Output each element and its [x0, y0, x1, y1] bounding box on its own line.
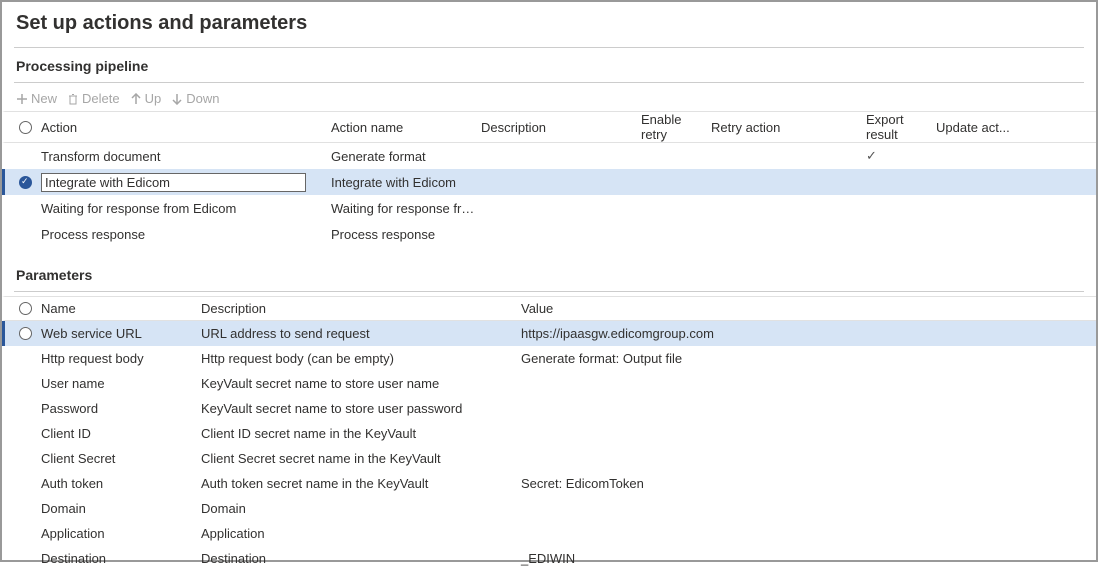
parameter-row[interactable]: Auth tokenAuth token secret name in the …: [2, 471, 1096, 496]
col-action[interactable]: Action: [41, 120, 331, 135]
row-radio[interactable]: [19, 176, 41, 189]
param-select-all-radio[interactable]: [19, 302, 41, 315]
cell-param-name[interactable]: Client ID: [41, 426, 201, 441]
action-edit-field[interactable]: Integrate with Edicom: [41, 173, 306, 192]
col-param-name[interactable]: Name: [41, 301, 201, 316]
down-label: Down: [186, 91, 219, 106]
cell-param-description[interactable]: Client ID secret name in the KeyVault: [201, 426, 521, 441]
cell-param-value[interactable]: _EDIWIN: [521, 551, 1096, 566]
cell-param-description[interactable]: KeyVault secret name to store user passw…: [201, 401, 521, 416]
cell-param-description[interactable]: KeyVault secret name to store user name: [201, 376, 521, 391]
trash-icon: [67, 93, 79, 105]
col-update-action[interactable]: Update act...: [936, 120, 1016, 135]
cell-param-value[interactable]: Secret: EdicomToken: [521, 476, 1096, 491]
down-button[interactable]: Down: [171, 91, 219, 106]
cell-action[interactable]: Transform document: [41, 149, 331, 164]
pipeline-toolbar: New Delete Up Down: [2, 87, 1096, 111]
new-button[interactable]: New: [16, 91, 57, 106]
divider: [14, 291, 1084, 292]
cell-param-name[interactable]: Web service URL: [41, 326, 201, 341]
cell-action[interactable]: Waiting for response from Edicom: [41, 201, 331, 216]
col-description[interactable]: Description: [481, 120, 641, 135]
col-param-value[interactable]: Value: [521, 301, 1096, 316]
parameter-row[interactable]: Web service URLURL address to send reque…: [2, 321, 1096, 346]
cell-param-description[interactable]: URL address to send request: [201, 326, 521, 341]
parameter-row[interactable]: Http request bodyHttp request body (can …: [2, 346, 1096, 371]
cell-param-description[interactable]: Http request body (can be empty): [201, 351, 521, 366]
cell-action[interactable]: Process response: [41, 227, 331, 242]
section-title-parameters: Parameters: [2, 261, 1096, 285]
plus-icon: [16, 93, 28, 105]
parameter-row[interactable]: User nameKeyVault secret name to store u…: [2, 371, 1096, 396]
col-retry-action[interactable]: Retry action: [711, 120, 866, 135]
divider: [14, 47, 1084, 48]
parameters-grid-body: Web service URLURL address to send reque…: [2, 321, 1096, 571]
cell-action-name[interactable]: Integrate with Edicom: [331, 175, 481, 190]
pipeline-row[interactable]: Process responseProcess response: [2, 221, 1096, 247]
arrow-up-icon: [130, 93, 142, 105]
cell-param-name[interactable]: Application: [41, 526, 201, 541]
arrow-down-icon: [171, 93, 183, 105]
cell-action-name[interactable]: Process response: [331, 227, 481, 242]
cell-param-name[interactable]: Http request body: [41, 351, 201, 366]
cell-action[interactable]: Integrate with Edicom: [41, 173, 331, 192]
pipeline-row[interactable]: Waiting for response from EdicomWaiting …: [2, 195, 1096, 221]
divider: [14, 82, 1084, 83]
new-label: New: [31, 91, 57, 106]
cell-param-value[interactable]: Generate format: Output file: [521, 351, 1096, 366]
parameter-row[interactable]: DestinationDestination_EDIWIN: [2, 546, 1096, 571]
cell-param-name[interactable]: Password: [41, 401, 201, 416]
cell-param-name[interactable]: Client Secret: [41, 451, 201, 466]
col-export-result[interactable]: Export result: [866, 112, 936, 142]
parameter-row[interactable]: ApplicationApplication: [2, 521, 1096, 546]
cell-param-description[interactable]: Auth token secret name in the KeyVault: [201, 476, 521, 491]
cell-param-description[interactable]: Application: [201, 526, 521, 541]
section-title-pipeline: Processing pipeline: [2, 52, 1096, 76]
cell-param-name[interactable]: Auth token: [41, 476, 201, 491]
parameters-header-row: Name Description Value: [2, 296, 1096, 321]
page-title: Set up actions and parameters: [2, 2, 1096, 41]
row-radio[interactable]: [19, 327, 41, 340]
pipeline-header-row: Action Action name Description Enable re…: [2, 111, 1096, 143]
cell-param-name[interactable]: User name: [41, 376, 201, 391]
select-all-radio[interactable]: [19, 121, 41, 134]
cell-action-name[interactable]: Waiting for response fro...: [331, 201, 481, 216]
col-action-name[interactable]: Action name: [331, 120, 481, 135]
up-button[interactable]: Up: [130, 91, 162, 106]
parameter-row[interactable]: DomainDomain: [2, 496, 1096, 521]
cell-param-description[interactable]: Domain: [201, 501, 521, 516]
cell-param-description[interactable]: Destination: [201, 551, 521, 566]
cell-param-name[interactable]: Domain: [41, 501, 201, 516]
up-label: Up: [145, 91, 162, 106]
cell-action-name[interactable]: Generate format: [331, 149, 481, 164]
pipeline-row[interactable]: Transform documentGenerate format ✓: [2, 143, 1096, 169]
delete-label: Delete: [82, 91, 120, 106]
cell-param-description[interactable]: Client Secret secret name in the KeyVaul…: [201, 451, 521, 466]
parameter-row[interactable]: Client IDClient ID secret name in the Ke…: [2, 421, 1096, 446]
parameter-row[interactable]: PasswordKeyVault secret name to store us…: [2, 396, 1096, 421]
pipeline-row[interactable]: Integrate with Edicom Integrate with Edic…: [2, 169, 1096, 195]
pipeline-grid-body: Transform documentGenerate format ✓ Integr…: [2, 143, 1096, 247]
cell-param-value[interactable]: https://ipaasgw.edicomgroup.com: [521, 326, 1096, 341]
cell-export-result[interactable]: ✓: [866, 148, 936, 164]
parameter-row[interactable]: Client SecretClient Secret secret name i…: [2, 446, 1096, 471]
delete-button[interactable]: Delete: [67, 91, 120, 106]
col-param-description[interactable]: Description: [201, 301, 521, 316]
col-enable-retry[interactable]: Enable retry: [641, 112, 711, 142]
cell-param-name[interactable]: Destination: [41, 551, 201, 566]
